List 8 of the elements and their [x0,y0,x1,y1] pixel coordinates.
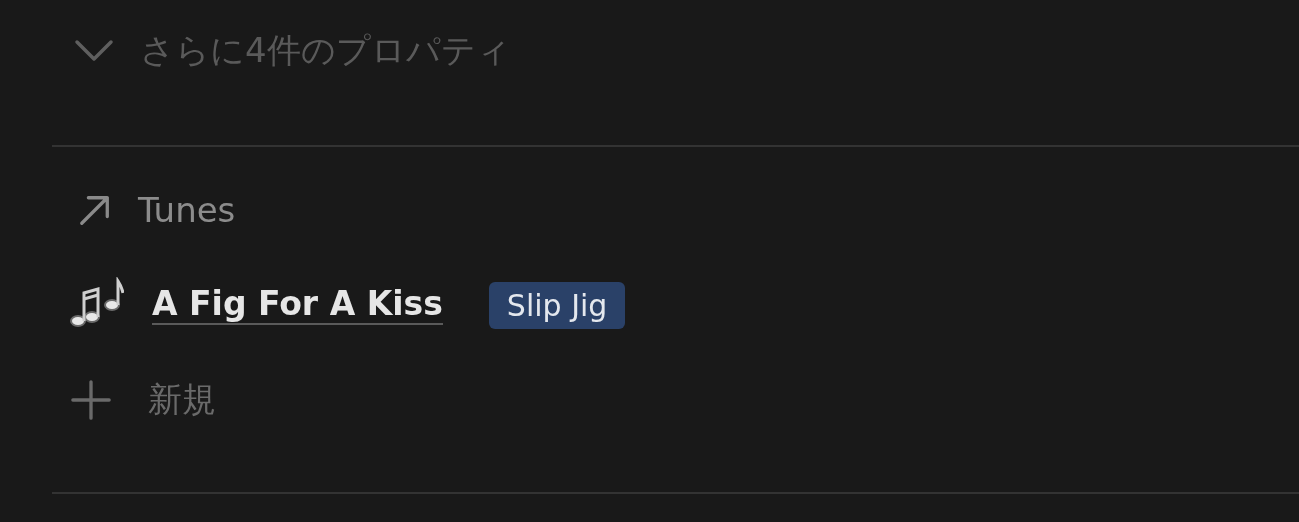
relation-label: Tunes [138,190,236,230]
tag: Slip Jig [488,281,626,329]
more-properties-label: さらに4件のプロパティ [140,29,511,72]
arrow-up-right-icon [78,193,112,227]
more-properties-toggle[interactable]: さらに4件のプロパティ [52,28,511,74]
tune-link[interactable]: A Fig For A Kiss [152,285,443,325]
plus-icon [70,379,112,421]
new-button[interactable]: 新規 [52,377,1299,423]
